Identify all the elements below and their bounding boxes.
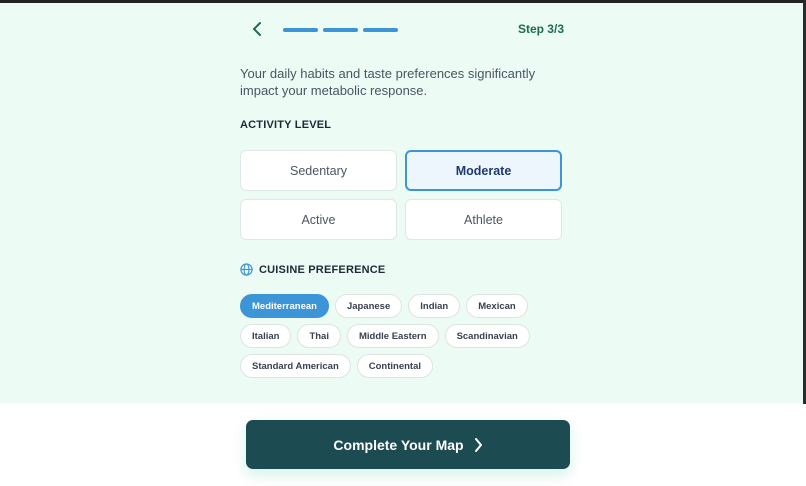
progress-segment	[323, 28, 358, 32]
chevron-left-icon	[253, 22, 261, 36]
cuisine-chip-japanese[interactable]: Japanese	[334, 294, 403, 318]
cuisine-chip-standard-american[interactable]: Standard American	[240, 354, 351, 378]
progress-bar	[283, 28, 398, 32]
activity-option-active[interactable]: Active	[240, 199, 397, 240]
activity-level-heading: ACTIVITY LEVEL	[240, 119, 332, 131]
cuisine-chip-italian[interactable]: Italian	[240, 324, 292, 348]
activity-option-moderate[interactable]: Moderate	[405, 150, 562, 191]
activity-level-options: Sedentary Moderate Active Athlete	[240, 150, 564, 240]
cuisine-preference-label: CUISINE PREFERENCE	[259, 263, 386, 276]
cuisine-chip-mexican[interactable]: Mexican	[466, 294, 528, 318]
back-button[interactable]	[248, 19, 266, 39]
cuisine-chip-scandinavian[interactable]: Scandinavian	[444, 324, 530, 348]
cuisine-chip-middle-eastern[interactable]: Middle Eastern	[346, 324, 439, 348]
cuisine-chip-mediterranean[interactable]: Mediterranean	[240, 294, 329, 318]
complete-map-button[interactable]: Complete Your Map	[246, 420, 570, 469]
cuisine-chip-thai[interactable]: Thai	[297, 324, 341, 348]
globe-icon	[240, 263, 253, 276]
complete-map-label: Complete Your Map	[333, 436, 464, 453]
chevron-right-icon	[474, 437, 482, 452]
cuisine-chip-continental[interactable]: Continental	[356, 354, 434, 378]
step-description: Your daily habits and taste preferences …	[240, 66, 536, 98]
step-indicator: Step 3/3	[517, 22, 564, 36]
cuisine-chip-indian[interactable]: Indian	[408, 294, 461, 318]
cuisine-preference-heading: CUISINE PREFERENCE	[240, 263, 564, 276]
activity-option-athlete[interactable]: Athlete	[405, 199, 562, 240]
cuisine-chips: Mediterranean Japanese Indian Mexican It…	[240, 294, 540, 378]
progress-segment	[283, 28, 318, 32]
step-header: Step 3/3	[240, 3, 564, 57]
activity-option-sedentary[interactable]: Sedentary	[240, 150, 397, 191]
progress-segment	[363, 28, 398, 32]
onboarding-content: Step 3/3 Your daily habits and taste pre…	[240, 3, 564, 378]
onboarding-panel: Step 3/3 Your daily habits and taste pre…	[0, 3, 803, 403]
